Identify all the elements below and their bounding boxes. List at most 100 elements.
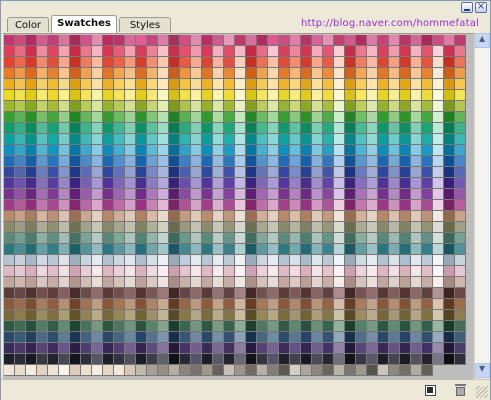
color-swatch[interactable] (136, 123, 147, 134)
color-swatch[interactable] (92, 68, 103, 79)
color-swatch[interactable] (81, 222, 92, 233)
color-swatch[interactable] (301, 365, 312, 376)
color-swatch[interactable] (37, 288, 48, 299)
color-swatch[interactable] (246, 266, 257, 277)
color-swatch[interactable] (59, 123, 70, 134)
color-swatch[interactable] (400, 266, 411, 277)
color-swatch[interactable] (81, 189, 92, 200)
color-swatch[interactable] (136, 365, 147, 376)
color-swatch[interactable] (235, 156, 246, 167)
color-swatch[interactable] (213, 156, 224, 167)
color-swatch[interactable] (433, 299, 444, 310)
color-swatch[interactable] (279, 167, 290, 178)
color-swatch[interactable] (26, 343, 37, 354)
color-swatch[interactable] (455, 354, 466, 365)
color-swatch[interactable] (136, 255, 147, 266)
color-swatch[interactable] (15, 310, 26, 321)
color-swatch[interactable] (103, 310, 114, 321)
color-swatch[interactable] (323, 90, 334, 101)
color-swatch[interactable] (312, 244, 323, 255)
color-swatch[interactable] (92, 90, 103, 101)
color-swatch[interactable] (114, 321, 125, 332)
color-swatch[interactable] (114, 211, 125, 222)
color-swatch[interactable] (158, 365, 169, 376)
color-swatch[interactable] (213, 288, 224, 299)
color-swatch[interactable] (37, 266, 48, 277)
color-swatch[interactable] (268, 123, 279, 134)
color-swatch[interactable] (180, 79, 191, 90)
color-swatch[interactable] (48, 233, 59, 244)
color-swatch[interactable] (213, 35, 224, 46)
color-swatch[interactable] (136, 310, 147, 321)
color-swatch[interactable] (334, 90, 345, 101)
color-swatch[interactable] (312, 189, 323, 200)
color-swatch[interactable] (103, 35, 114, 46)
color-swatch[interactable] (257, 200, 268, 211)
color-swatch[interactable] (103, 211, 114, 222)
color-swatch[interactable] (433, 200, 444, 211)
color-swatch[interactable] (235, 79, 246, 90)
color-swatch[interactable] (312, 112, 323, 123)
color-swatch[interactable] (257, 112, 268, 123)
color-swatch[interactable] (246, 178, 257, 189)
color-swatch[interactable] (125, 145, 136, 156)
color-swatch[interactable] (158, 200, 169, 211)
color-swatch[interactable] (224, 90, 235, 101)
color-swatch[interactable] (389, 244, 400, 255)
color-swatch[interactable] (422, 145, 433, 156)
color-swatch[interactable] (279, 354, 290, 365)
color-swatch[interactable] (367, 222, 378, 233)
color-swatch[interactable] (48, 90, 59, 101)
color-swatch[interactable] (26, 288, 37, 299)
color-swatch[interactable] (169, 156, 180, 167)
color-swatch[interactable] (92, 145, 103, 156)
color-swatch[interactable] (455, 189, 466, 200)
color-swatch[interactable] (268, 178, 279, 189)
color-swatch[interactable] (169, 310, 180, 321)
color-swatch[interactable] (202, 343, 213, 354)
color-swatch[interactable] (400, 167, 411, 178)
color-swatch[interactable] (323, 35, 334, 46)
color-swatch[interactable] (125, 112, 136, 123)
color-swatch[interactable] (334, 222, 345, 233)
color-swatch[interactable] (103, 332, 114, 343)
color-swatch[interactable] (246, 57, 257, 68)
color-swatch[interactable] (378, 123, 389, 134)
color-swatch[interactable] (323, 200, 334, 211)
color-swatch[interactable] (4, 321, 15, 332)
color-swatch[interactable] (147, 233, 158, 244)
color-swatch[interactable] (400, 332, 411, 343)
color-swatch[interactable] (356, 68, 367, 79)
color-swatch[interactable] (15, 57, 26, 68)
color-swatch[interactable] (147, 266, 158, 277)
color-swatch[interactable] (191, 266, 202, 277)
color-swatch[interactable] (411, 178, 422, 189)
color-swatch[interactable] (246, 255, 257, 266)
color-swatch[interactable] (279, 134, 290, 145)
color-swatch[interactable] (158, 101, 169, 112)
color-swatch[interactable] (169, 211, 180, 222)
color-swatch[interactable] (180, 178, 191, 189)
color-swatch[interactable] (224, 211, 235, 222)
color-swatch[interactable] (70, 145, 81, 156)
color-swatch[interactable] (455, 200, 466, 211)
color-swatch[interactable] (334, 266, 345, 277)
color-swatch[interactable] (26, 167, 37, 178)
color-swatch[interactable] (37, 233, 48, 244)
color-swatch[interactable] (158, 79, 169, 90)
color-swatch[interactable] (323, 288, 334, 299)
color-swatch[interactable] (48, 46, 59, 57)
color-swatch[interactable] (455, 145, 466, 156)
color-swatch[interactable] (246, 101, 257, 112)
color-swatch[interactable] (191, 134, 202, 145)
color-swatch[interactable] (202, 68, 213, 79)
color-swatch[interactable] (444, 222, 455, 233)
color-swatch[interactable] (334, 244, 345, 255)
color-swatch[interactable] (378, 189, 389, 200)
color-swatch[interactable] (70, 211, 81, 222)
color-swatch[interactable] (312, 79, 323, 90)
color-swatch[interactable] (59, 156, 70, 167)
color-swatch[interactable] (246, 310, 257, 321)
color-swatch[interactable] (433, 277, 444, 288)
color-swatch[interactable] (26, 79, 37, 90)
